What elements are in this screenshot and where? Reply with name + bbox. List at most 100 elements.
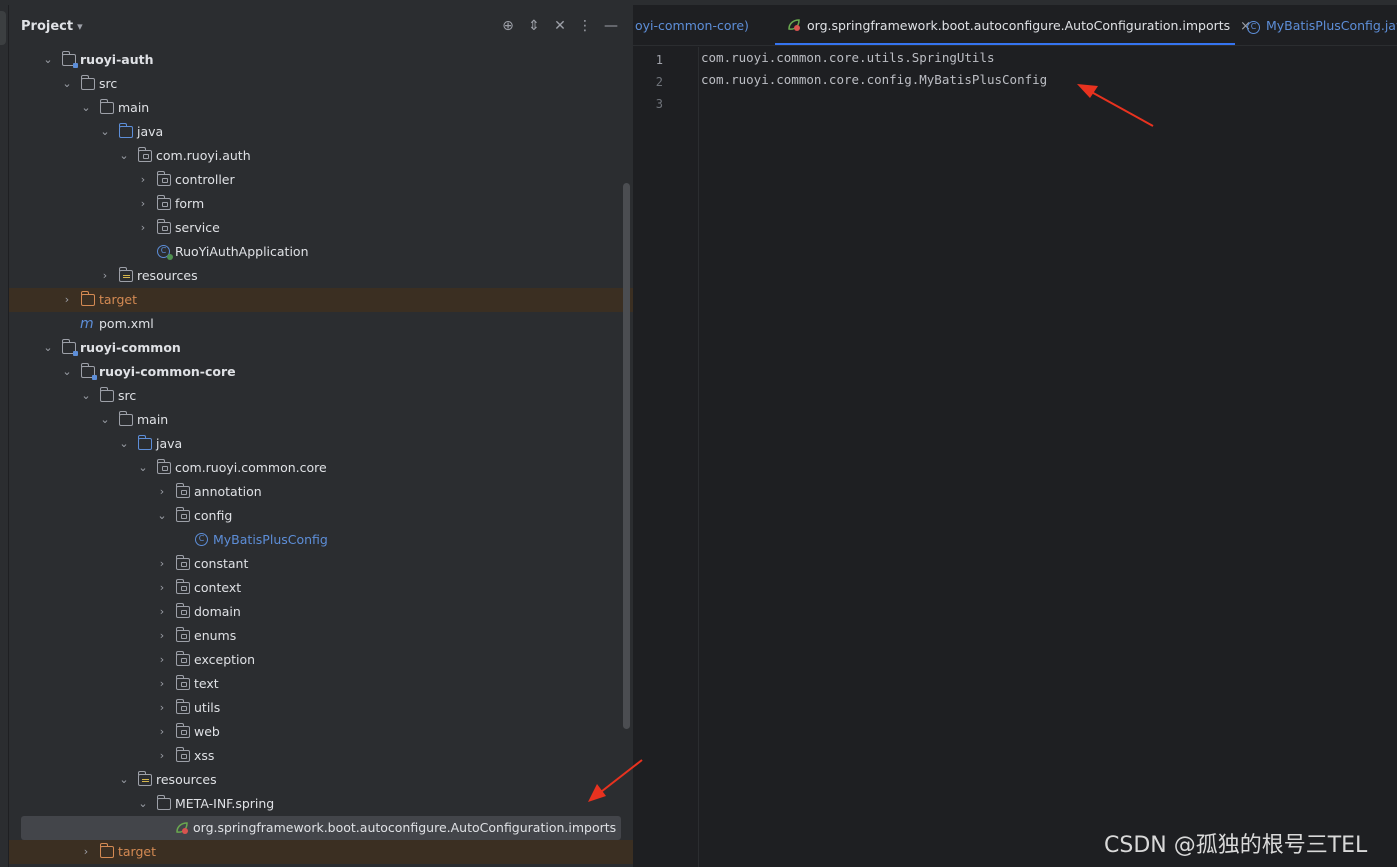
tree-node-label: ruoyi-common-core: [99, 364, 236, 379]
chevron-right-icon[interactable]: ›: [60, 288, 74, 312]
chevron-down-icon[interactable]: ⌄: [60, 72, 74, 96]
chevron-right-icon[interactable]: ›: [155, 696, 169, 720]
tree-node-resources[interactable]: › resources: [9, 264, 633, 288]
code-line[interactable]: com.ruoyi.common.core.utils.SpringUtils: [701, 47, 995, 69]
tree-node-pom[interactable]: m pom.xml: [9, 312, 633, 336]
tree-node-package[interactable]: ⌄ com.ruoyi.auth: [9, 144, 633, 168]
folder-icon: [100, 99, 114, 114]
spring-boot-class-icon: C: [157, 245, 173, 260]
tree-node-meta-inf-spring[interactable]: ⌄ META-INF.spring: [9, 792, 633, 816]
tool-window-strip: [0, 5, 9, 867]
tree-node-java[interactable]: ⌄ java: [9, 432, 633, 456]
tree-node-config[interactable]: ⌄ config: [9, 504, 633, 528]
more-options-icon[interactable]: ⋮: [576, 17, 594, 35]
tree-node-domain[interactable]: › domain: [9, 600, 633, 624]
chevron-down-icon[interactable]: ⌄: [98, 408, 112, 432]
chevron-down-icon[interactable]: ⌄: [41, 48, 55, 72]
tree-node-target[interactable]: › target: [9, 288, 633, 312]
chevron-right-icon[interactable]: ›: [155, 720, 169, 744]
chevron-right-icon[interactable]: ›: [98, 264, 112, 288]
tree-node-main[interactable]: ⌄ main: [9, 408, 633, 432]
chevron-down-icon[interactable]: ⌄: [98, 120, 112, 144]
tree-node-web[interactable]: › web: [9, 720, 633, 744]
tree-node-enums[interactable]: › enums: [9, 624, 633, 648]
tree-node-main[interactable]: ⌄ main: [9, 96, 633, 120]
module-folder-icon: [62, 51, 78, 68]
project-tool-button[interactable]: [0, 11, 6, 45]
chevron-down-icon[interactable]: ⌄: [136, 792, 150, 816]
class-icon: C: [1247, 21, 1260, 34]
chevron-right-icon[interactable]: ›: [136, 192, 150, 216]
code-line[interactable]: com.ruoyi.common.core.config.MyBatisPlus…: [701, 69, 1047, 91]
chevron-right-icon[interactable]: ›: [136, 168, 150, 192]
chevron-down-icon[interactable]: ⌄: [117, 144, 131, 168]
locate-icon[interactable]: ⊕: [499, 17, 517, 35]
tree-node-context[interactable]: › context: [9, 576, 633, 600]
chevron-right-icon[interactable]: ›: [155, 624, 169, 648]
package-icon: [157, 171, 171, 186]
expand-all-icon[interactable]: ⇕: [525, 17, 543, 35]
tree-node-label: utils: [194, 700, 221, 715]
tree-node-ruoyi-auth[interactable]: ⌄ ruoyi-auth: [9, 48, 633, 72]
tree-node-src[interactable]: ⌄ src: [9, 72, 633, 96]
tree-node-label: main: [118, 100, 150, 115]
tree-node-application[interactable]: C RuoYiAuthApplication: [9, 240, 633, 264]
tree-node-ruoyi-common-core[interactable]: ⌄ ruoyi-common-core: [9, 360, 633, 384]
tree-scrollbar[interactable]: [623, 183, 630, 729]
tree-node-java[interactable]: ⌄ java: [9, 120, 633, 144]
watermark: CSDN @孤独的根号三TEL: [1104, 833, 1368, 858]
tree-node-constant[interactable]: › constant: [9, 552, 633, 576]
chevron-right-icon[interactable]: ›: [155, 480, 169, 504]
tree-node-utils[interactable]: › utils: [9, 696, 633, 720]
chevron-right-icon[interactable]: ›: [136, 216, 150, 240]
tree-node-package[interactable]: ⌄ com.ruoyi.common.core: [9, 456, 633, 480]
chevron-right-icon[interactable]: ›: [155, 648, 169, 672]
tree-node-mybatisplusconfig[interactable]: C MyBatisPlusConfig: [9, 528, 633, 552]
chevron-down-icon: ▾: [77, 20, 83, 33]
tree-node-src[interactable]: ⌄ src: [9, 384, 633, 408]
tree-node-controller[interactable]: › controller: [9, 168, 633, 192]
tree-node-service[interactable]: › service: [9, 216, 633, 240]
tree-node-form[interactable]: › form: [9, 192, 633, 216]
project-view-selector[interactable]: Project ▾: [21, 19, 83, 34]
tree-node-text[interactable]: › text: [9, 672, 633, 696]
maven-icon: m: [80, 316, 94, 332]
tree-node-annotation[interactable]: › annotation: [9, 480, 633, 504]
tree-node-exception[interactable]: › exception: [9, 648, 633, 672]
chevron-down-icon[interactable]: ⌄: [136, 456, 150, 480]
tree-node-label: java: [156, 436, 183, 451]
chevron-down-icon[interactable]: ⌄: [117, 432, 131, 456]
chevron-right-icon[interactable]: ›: [155, 576, 169, 600]
collapse-all-icon[interactable]: ✕: [551, 17, 569, 35]
package-icon: [138, 147, 152, 162]
tab-label: org.springframework.boot.autoconfigure.A…: [807, 18, 1231, 33]
tree-node-autoconfiguration-imports[interactable]: org.springframework.boot.autoconfigure.A…: [21, 816, 621, 840]
tab-ruoyi-common-core[interactable]: oyi-common-core): [635, 5, 749, 45]
tab-mybatisplusconfig[interactable]: C MyBatisPlusConfig.java: [1247, 5, 1397, 45]
tree-node-label: xss: [194, 748, 215, 763]
tree-node-target[interactable]: › target: [9, 840, 633, 864]
line-number-gutter: 1 2 3: [633, 47, 699, 867]
tree-node-label: com.ruoyi.auth: [156, 148, 251, 163]
chevron-down-icon[interactable]: ⌄: [79, 96, 93, 120]
chevron-down-icon[interactable]: ⌄: [79, 384, 93, 408]
tab-autoconfiguration-imports[interactable]: org.springframework.boot.autoconfigure.A…: [775, 5, 1251, 45]
tree-node-label: ruoyi-common: [80, 340, 181, 355]
chevron-down-icon[interactable]: ⌄: [60, 360, 74, 384]
chevron-right-icon[interactable]: ›: [155, 672, 169, 696]
chevron-down-icon[interactable]: ⌄: [155, 504, 169, 528]
chevron-down-icon[interactable]: ⌄: [41, 336, 55, 360]
chevron-right-icon[interactable]: ›: [155, 600, 169, 624]
resources-folder-icon: [138, 771, 152, 786]
line-number: 3: [655, 97, 663, 111]
chevron-down-icon[interactable]: ⌄: [117, 768, 131, 792]
tree-node-label: text: [194, 676, 219, 691]
chevron-right-icon[interactable]: ›: [155, 744, 169, 768]
tree-node-ruoyi-common[interactable]: ⌄ ruoyi-common: [9, 336, 633, 360]
hide-icon[interactable]: —: [602, 17, 620, 35]
tree-node-xss[interactable]: › xss: [9, 744, 633, 768]
chevron-right-icon[interactable]: ›: [155, 552, 169, 576]
tree-node-resources[interactable]: ⌄ resources: [9, 768, 633, 792]
chevron-right-icon[interactable]: ›: [79, 840, 93, 864]
tree-node-label: service: [175, 220, 220, 235]
